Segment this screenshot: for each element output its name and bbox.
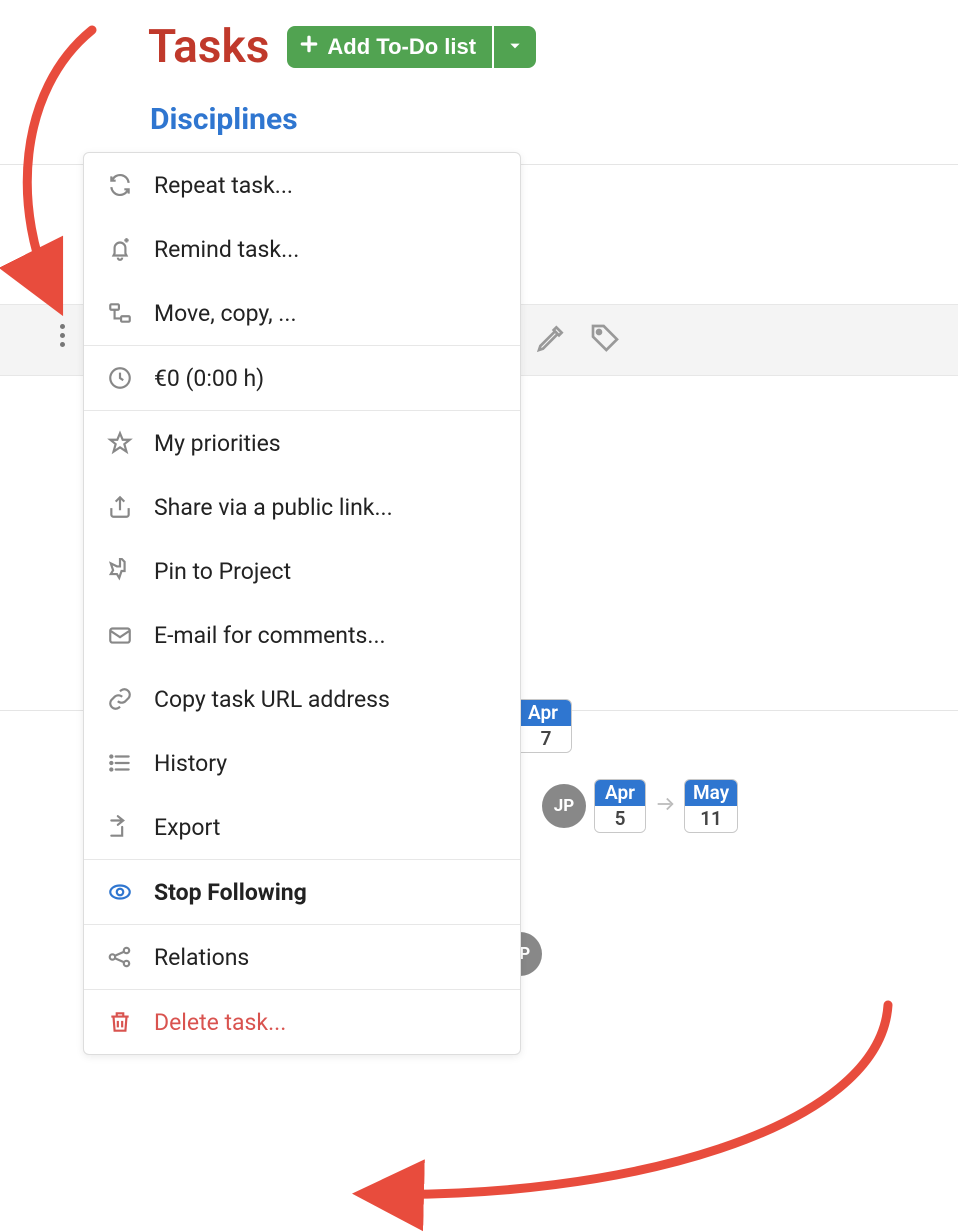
date-chip-start[interactable]: Apr 5 <box>594 779 646 833</box>
menu-email-comments[interactable]: E-mail for comments... <box>84 603 520 667</box>
menu-move-copy[interactable]: Move, copy, ... <box>84 281 520 345</box>
menu-repeat-task[interactable]: Repeat task... <box>84 153 520 217</box>
menu-time-cost[interactable]: €0 (0:00 h) <box>84 346 520 410</box>
arrow-right-icon <box>654 793 676 819</box>
section-title-disciplines[interactable]: Disciplines <box>150 102 958 137</box>
share-icon <box>106 493 134 521</box>
relations-icon <box>106 943 134 971</box>
plus-icon <box>299 34 319 60</box>
bell-plus-icon <box>106 235 134 263</box>
menu-history[interactable]: History <box>84 731 520 795</box>
export-arrow-icon <box>106 813 134 841</box>
envelope-icon <box>106 621 134 649</box>
link-icon <box>106 685 134 713</box>
page-title: Tasks <box>148 20 269 74</box>
date-month: Apr <box>595 780 645 806</box>
eye-icon <box>106 878 134 906</box>
repeat-icon <box>106 171 134 199</box>
pencil-icon[interactable] <box>535 322 567 354</box>
history-list-icon <box>106 749 134 777</box>
chevron-down-icon <box>508 39 522 56</box>
clock-icon <box>106 364 134 392</box>
menu-copy-url[interactable]: Copy task URL address <box>84 667 520 731</box>
date-chip-end[interactable]: May 11 <box>684 779 738 833</box>
date-month: May <box>685 780 737 806</box>
page-header: Tasks Add To-Do list Disciplines <box>0 0 958 137</box>
menu-pin-to-project[interactable]: Pin to Project <box>84 539 520 603</box>
menu-stop-following[interactable]: Stop Following <box>84 860 520 924</box>
avatar-partial: JP <box>520 932 542 976</box>
avatar-jp[interactable]: JP <box>542 784 586 828</box>
date-month: Apr <box>521 700 571 726</box>
date-day: 11 <box>685 806 737 832</box>
trash-icon <box>106 1008 134 1036</box>
task-more-options-button[interactable] <box>54 318 71 353</box>
menu-export[interactable]: Export <box>84 795 520 859</box>
tag-icon[interactable] <box>589 322 621 354</box>
add-button-label: Add To-Do list <box>327 34 476 60</box>
add-todo-dropdown-button[interactable] <box>494 26 536 68</box>
add-todo-list-button[interactable]: Add To-Do list <box>287 26 492 68</box>
date-day: 7 <box>521 726 571 752</box>
menu-relations[interactable]: Relations <box>84 925 520 989</box>
menu-my-priorities[interactable]: My priorities <box>84 411 520 475</box>
menu-share-public-link[interactable]: Share via a public link... <box>84 475 520 539</box>
task-context-menu: Repeat task... Remind task... Move, copy… <box>83 152 521 1055</box>
date-chip[interactable]: Apr 7 <box>520 699 572 753</box>
menu-remind-task[interactable]: Remind task... <box>84 217 520 281</box>
star-icon <box>106 429 134 457</box>
date-day: 5 <box>595 806 645 832</box>
folder-tree-icon <box>106 299 134 327</box>
menu-delete-task[interactable]: Delete task... <box>84 990 520 1054</box>
pin-icon <box>106 557 134 585</box>
